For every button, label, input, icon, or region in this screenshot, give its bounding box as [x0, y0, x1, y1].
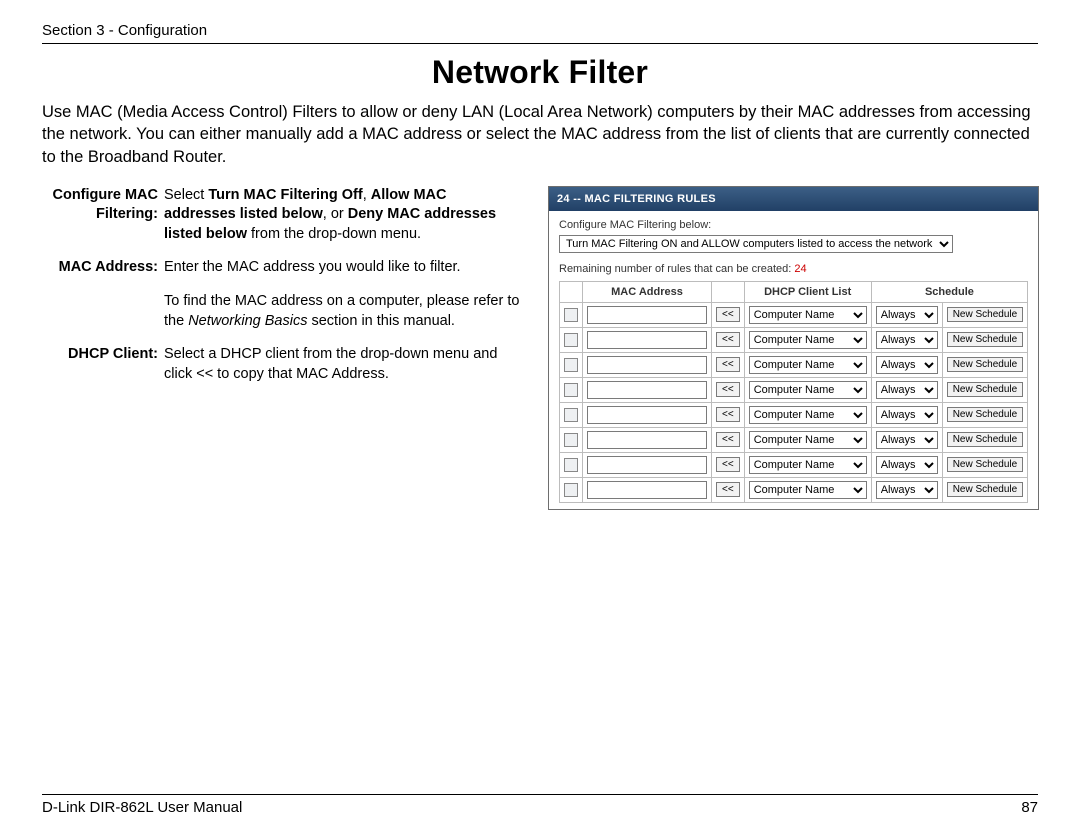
- def-term-configure: Configure MAC Filtering:: [42, 186, 164, 245]
- row-checkbox[interactable]: [564, 383, 578, 397]
- schedule-select[interactable]: Always: [876, 331, 938, 349]
- remaining-rules-text: Remaining number of rules that can be cr…: [559, 263, 1028, 275]
- copy-mac-button[interactable]: <<: [716, 357, 740, 372]
- table-row: << Computer Name Always New Schedule: [560, 402, 1028, 427]
- table-row: << Computer Name Always New Schedule: [560, 302, 1028, 327]
- table-row: << Computer Name Always New Schedule: [560, 327, 1028, 352]
- copy-mac-button[interactable]: <<: [716, 407, 740, 422]
- remaining-count: 24: [794, 263, 806, 275]
- footer-page-number: 87: [1021, 799, 1038, 816]
- definition-list: Configure MAC Filtering: Select Turn MAC…: [42, 186, 522, 399]
- table-row: << Computer Name Always New Schedule: [560, 352, 1028, 377]
- def-body-mac: Enter the MAC address you would like to …: [164, 258, 522, 331]
- rules-table: MAC Address DHCP Client List Schedule <<…: [559, 281, 1028, 503]
- schedule-select[interactable]: Always: [876, 456, 938, 474]
- schedule-select[interactable]: Always: [876, 381, 938, 399]
- configure-mac-select[interactable]: Turn MAC Filtering ON and ALLOW computer…: [559, 235, 953, 253]
- col-mac: MAC Address: [583, 281, 712, 302]
- configure-label: Configure MAC Filtering below:: [559, 219, 1028, 231]
- panel-header: 24 -- MAC FILTERING RULES: [549, 187, 1038, 211]
- copy-mac-button[interactable]: <<: [716, 332, 740, 347]
- schedule-select[interactable]: Always: [876, 306, 938, 324]
- mac-address-input[interactable]: [587, 356, 707, 374]
- copy-mac-button[interactable]: <<: [716, 382, 740, 397]
- mac-address-input[interactable]: [587, 456, 707, 474]
- mac-address-input[interactable]: [587, 481, 707, 499]
- dhcp-client-select[interactable]: Computer Name: [749, 431, 867, 449]
- footer-manual-name: D-Link DIR-862L User Manual: [42, 799, 242, 816]
- new-schedule-button[interactable]: New Schedule: [947, 432, 1023, 447]
- page-footer: D-Link DIR-862L User Manual 87: [42, 794, 1038, 816]
- copy-mac-button[interactable]: <<: [716, 432, 740, 447]
- def-term-dhcp: DHCP Client:: [42, 345, 164, 384]
- new-schedule-button[interactable]: New Schedule: [947, 457, 1023, 472]
- dhcp-client-select[interactable]: Computer Name: [749, 406, 867, 424]
- def-body-dhcp: Select a DHCP client from the drop-down …: [164, 345, 522, 384]
- dhcp-client-select[interactable]: Computer Name: [749, 356, 867, 374]
- copy-mac-button[interactable]: <<: [716, 307, 740, 322]
- row-checkbox[interactable]: [564, 408, 578, 422]
- mac-address-input[interactable]: [587, 331, 707, 349]
- dhcp-client-select[interactable]: Computer Name: [749, 481, 867, 499]
- row-checkbox[interactable]: [564, 433, 578, 447]
- row-checkbox[interactable]: [564, 333, 578, 347]
- col-dhcp: DHCP Client List: [744, 281, 871, 302]
- copy-mac-button[interactable]: <<: [716, 457, 740, 472]
- table-row: << Computer Name Always New Schedule: [560, 427, 1028, 452]
- new-schedule-button[interactable]: New Schedule: [947, 382, 1023, 397]
- schedule-select[interactable]: Always: [876, 481, 938, 499]
- table-row: << Computer Name Always New Schedule: [560, 452, 1028, 477]
- col-schedule: Schedule: [871, 281, 1027, 302]
- def-term-mac: MAC Address:: [42, 258, 164, 331]
- new-schedule-button[interactable]: New Schedule: [947, 407, 1023, 422]
- mac-filtering-panel: 24 -- MAC FILTERING RULES Configure MAC …: [548, 186, 1039, 510]
- def-body-configure: Select Turn MAC Filtering Off, Allow MAC…: [164, 186, 522, 245]
- table-row: << Computer Name Always New Schedule: [560, 377, 1028, 402]
- new-schedule-button[interactable]: New Schedule: [947, 307, 1023, 322]
- mac-address-input[interactable]: [587, 381, 707, 399]
- copy-mac-button[interactable]: <<: [716, 482, 740, 497]
- schedule-select[interactable]: Always: [876, 356, 938, 374]
- dhcp-client-select[interactable]: Computer Name: [749, 456, 867, 474]
- new-schedule-button[interactable]: New Schedule: [947, 357, 1023, 372]
- dhcp-client-select[interactable]: Computer Name: [749, 381, 867, 399]
- intro-paragraph: Use MAC (Media Access Control) Filters t…: [42, 101, 1038, 168]
- mac-address-input[interactable]: [587, 431, 707, 449]
- new-schedule-button[interactable]: New Schedule: [947, 482, 1023, 497]
- page-title: Network Filter: [42, 54, 1038, 91]
- dhcp-client-select[interactable]: Computer Name: [749, 306, 867, 324]
- schedule-select[interactable]: Always: [876, 406, 938, 424]
- table-row: << Computer Name Always New Schedule: [560, 477, 1028, 502]
- row-checkbox[interactable]: [564, 358, 578, 372]
- new-schedule-button[interactable]: New Schedule: [947, 332, 1023, 347]
- mac-address-input[interactable]: [587, 306, 707, 324]
- row-checkbox[interactable]: [564, 483, 578, 497]
- mac-address-input[interactable]: [587, 406, 707, 424]
- row-checkbox[interactable]: [564, 458, 578, 472]
- schedule-select[interactable]: Always: [876, 431, 938, 449]
- dhcp-client-select[interactable]: Computer Name: [749, 331, 867, 349]
- row-checkbox[interactable]: [564, 308, 578, 322]
- section-header: Section 3 - Configuration: [42, 22, 1038, 44]
